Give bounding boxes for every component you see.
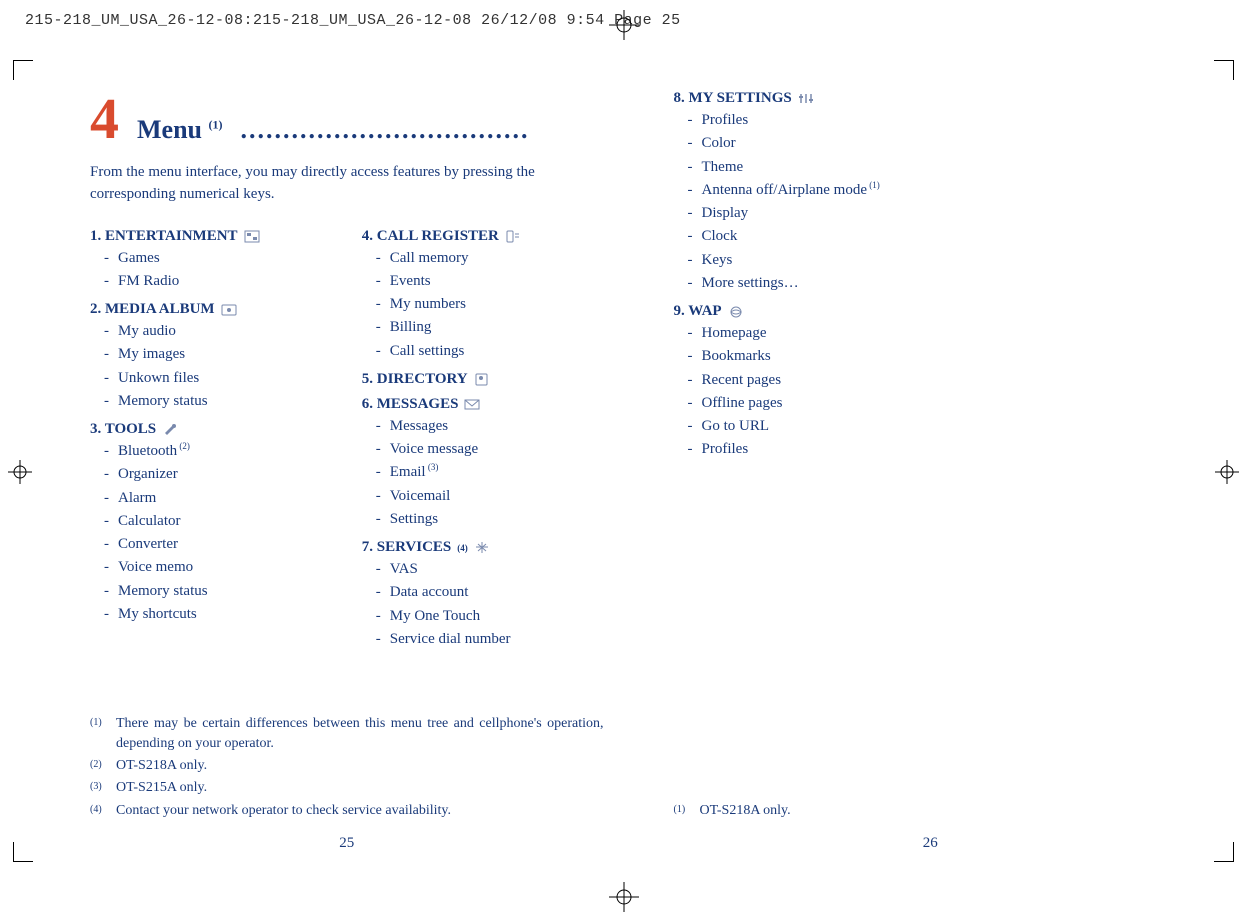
footnote: (1)There may be certain differences betw… <box>90 714 604 755</box>
list-item: Messages <box>362 415 604 438</box>
list-item: My shortcuts <box>90 603 332 626</box>
section-heading: 1. ENTERTAINMENT <box>90 228 332 245</box>
list-item: Voice message <box>362 438 604 461</box>
list-item: Games <box>90 247 332 270</box>
crop-mark <box>1214 842 1234 862</box>
registration-mark-icon <box>609 882 639 912</box>
section-heading: 5. DIRECTORY <box>362 371 604 388</box>
crop-mark <box>13 60 33 80</box>
list-item: Go to URL <box>674 415 1188 438</box>
intro-text: From the menu interface, you may directl… <box>90 162 604 206</box>
entertainment-icon <box>244 230 260 243</box>
list-item: Bluetooth (2) <box>90 440 332 463</box>
list-item: My images <box>90 343 332 366</box>
footnote: (2)OT-S218A only. <box>90 756 604 776</box>
section-heading: 7. SERVICES(4) <box>362 539 604 556</box>
footnote: (3)OT-S215A only. <box>90 778 604 798</box>
list-item: Email (3) <box>362 461 604 484</box>
page-number: 25 <box>90 835 604 852</box>
chapter-number: 4 <box>90 90 119 148</box>
list-item: Profiles <box>674 109 1188 132</box>
footnote: (1)OT-S218A only. <box>674 801 1188 821</box>
page-left: 4 Menu (1) .............................… <box>90 90 604 852</box>
list-item: FM Radio <box>90 270 332 293</box>
tools-icon <box>162 423 178 436</box>
list-item: Offline pages <box>674 392 1188 415</box>
list-item: Unkown files <box>90 367 332 390</box>
left-column: 1. ENTERTAINMENT GamesFM Radio 2. MEDIA … <box>90 220 332 652</box>
call-register-icon <box>505 230 521 243</box>
crop-mark <box>13 842 33 862</box>
list-item: Display <box>674 202 1188 225</box>
list-item: Profiles <box>674 438 1188 461</box>
list-item: Voice memo <box>90 556 332 579</box>
list-item: Call memory <box>362 247 604 270</box>
list-item: Keys <box>674 249 1188 272</box>
wap-icon <box>728 305 744 318</box>
footnote: (4)Contact your network operator to chec… <box>90 801 604 821</box>
list-item: Organizer <box>90 463 332 486</box>
list-item: Call settings <box>362 340 604 363</box>
list-item: Clock <box>674 225 1188 248</box>
footnotes: (1)There may be certain differences betw… <box>90 714 604 823</box>
list-item: My numbers <box>362 293 604 316</box>
list-item: Recent pages <box>674 369 1188 392</box>
chapter-title: 4 Menu (1) .............................… <box>90 90 604 148</box>
list-item: Calculator <box>90 510 332 533</box>
footnotes: (1)OT-S218A only. <box>674 801 1188 823</box>
list-item: Color <box>674 132 1188 155</box>
list-item: Billing <box>362 316 604 339</box>
services-icon <box>474 541 490 554</box>
section-heading: 6. MESSAGES <box>362 396 604 413</box>
list-item: Service dial number <box>362 628 604 651</box>
list-item: Antenna off/Airplane mode (1) <box>674 179 1188 202</box>
directory-icon <box>474 373 490 386</box>
list-item: VAS <box>362 558 604 581</box>
registration-mark-icon <box>609 10 639 40</box>
list-item: Bookmarks <box>674 345 1188 368</box>
chapter-name: Menu (1) <box>137 115 223 145</box>
media-album-icon <box>221 303 237 316</box>
list-item: Data account <box>362 581 604 604</box>
section-heading: 9. WAP <box>674 303 1188 320</box>
section-heading: 8. MY SETTINGS <box>674 90 1188 107</box>
list-item: Memory status <box>90 390 332 413</box>
leader-dots: .................................. <box>241 115 530 145</box>
middle-column: 4. CALL REGISTER Call memoryEventsMy num… <box>362 220 604 652</box>
crop-mark <box>1214 60 1234 80</box>
print-slug: 215-218_UM_USA_26-12-08:215-218_UM_USA_2… <box>25 12 681 29</box>
settings-icon <box>798 92 814 105</box>
list-item: Homepage <box>674 322 1188 345</box>
messages-icon <box>464 398 480 411</box>
list-item: Voicemail <box>362 485 604 508</box>
section-heading: 4. CALL REGISTER <box>362 228 604 245</box>
page-number: 26 <box>674 835 1188 852</box>
list-item: Settings <box>362 508 604 531</box>
list-item: My One Touch <box>362 605 604 628</box>
page-right: 8. MY SETTINGS ProfilesColorThemeAntenna… <box>674 90 1188 852</box>
registration-mark-icon <box>1215 460 1239 484</box>
registration-mark-icon <box>8 460 32 484</box>
list-item: Theme <box>674 156 1188 179</box>
list-item: My audio <box>90 320 332 343</box>
section-heading: 2. MEDIA ALBUM <box>90 301 332 318</box>
list-item: Converter <box>90 533 332 556</box>
list-item: Alarm <box>90 487 332 510</box>
list-item: Memory status <box>90 580 332 603</box>
list-item: More settings… <box>674 272 1188 295</box>
list-item: Events <box>362 270 604 293</box>
section-heading: 3. TOOLS <box>90 421 332 438</box>
